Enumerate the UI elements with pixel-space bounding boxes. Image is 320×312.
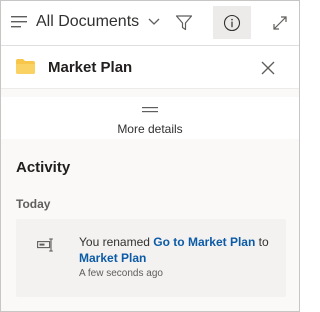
expand-icon	[273, 15, 287, 30]
info-button[interactable]	[213, 6, 251, 39]
view-switcher[interactable]: All Documents	[11, 10, 160, 34]
grip-handle-icon	[142, 107, 158, 113]
activity-timestamp: A few seconds ago	[79, 268, 163, 279]
more-details-label: More details	[117, 122, 183, 136]
filter-button[interactable]	[165, 6, 203, 39]
pane-body: More details Activity Today You renamed …	[1, 89, 299, 311]
close-icon	[261, 61, 275, 75]
chevron-down-icon	[148, 18, 160, 25]
activity-prefix: You renamed	[79, 235, 150, 249]
command-bar: All Documents	[1, 1, 299, 46]
pane-header: Market Plan	[1, 46, 299, 89]
old-name-link[interactable]: Go to Market Plan	[153, 235, 255, 249]
new-name-link[interactable]: Market Plan	[79, 251, 146, 265]
rename-icon	[37, 238, 53, 252]
close-button[interactable]	[257, 57, 279, 79]
more-details-toggle[interactable]: More details	[1, 97, 299, 139]
activity-item: You renamed Go to Market Plan to Market …	[16, 219, 286, 297]
activity-heading: Activity	[16, 159, 71, 176]
folder-icon	[16, 59, 35, 74]
info-icon	[223, 14, 241, 31]
view-label: All Documents	[36, 13, 140, 30]
filter-icon	[175, 14, 193, 30]
expand-button[interactable]	[261, 6, 299, 39]
activity-description: You renamed Go to Market Plan to Market …	[79, 234, 279, 266]
activity-group-label: Today	[16, 197, 51, 211]
menu-lines-icon	[11, 16, 27, 28]
details-pane: All Documents Market Plan More details A…	[0, 0, 300, 312]
page-title: Market Plan	[48, 59, 133, 76]
activity-joiner: to	[258, 235, 269, 249]
